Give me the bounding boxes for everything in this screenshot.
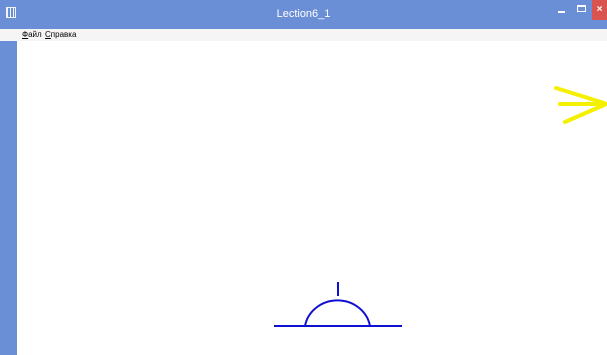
dome-arc bbox=[304, 299, 371, 327]
drawing-canvas bbox=[274, 86, 607, 327]
dome-drawing bbox=[274, 282, 402, 327]
yellow-arrow-drawing bbox=[554, 86, 607, 124]
arrow-lower-stroke bbox=[563, 103, 606, 124]
app-window: Lection6_1 × Файл Справка bbox=[0, 0, 607, 355]
arrow-upper-stroke bbox=[554, 86, 606, 105]
